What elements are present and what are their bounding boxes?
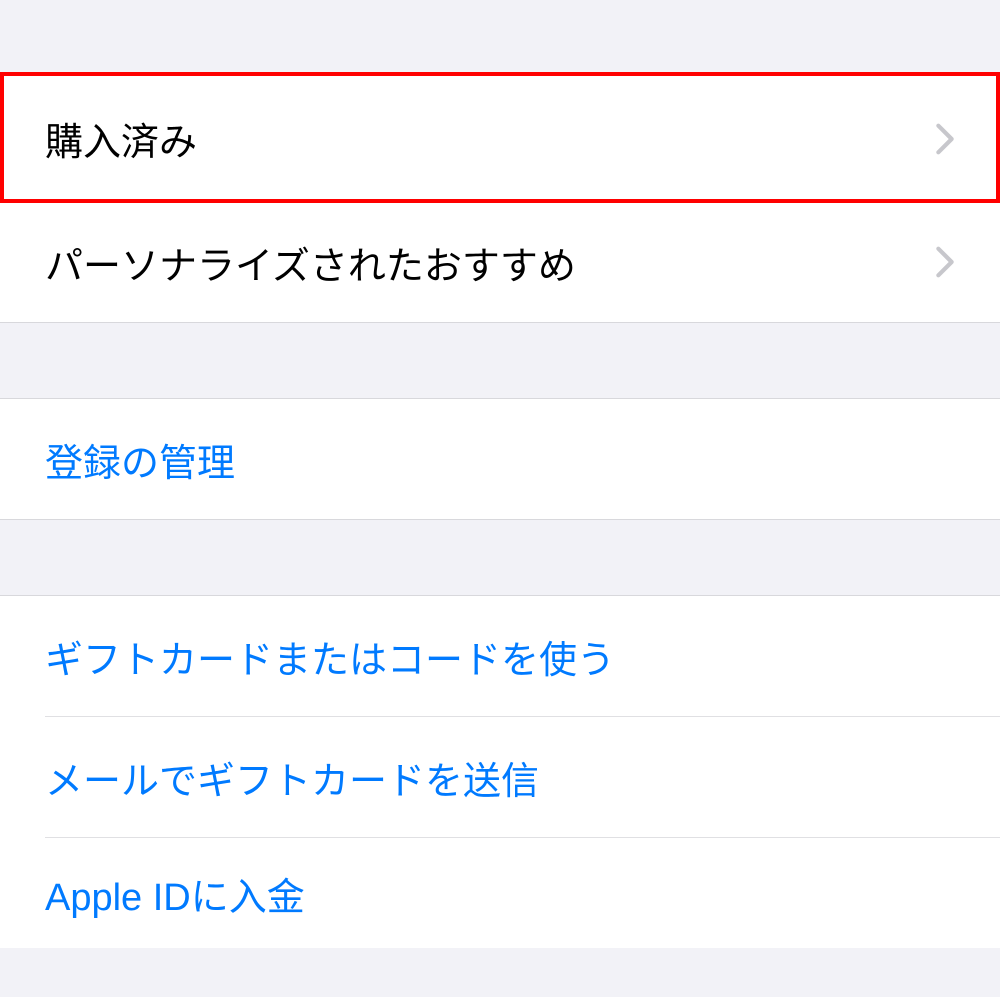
- section-purchases: 購入済み パーソナライズされたおすすめ: [0, 75, 1000, 323]
- row-add-funds-label: Apple IDに入金: [45, 866, 305, 921]
- row-personalized-label: パーソナライズされたおすすめ: [45, 235, 576, 290]
- row-redeem-label: ギフトカードまたはコードを使う: [45, 629, 615, 684]
- row-send-label: メールでギフトカードを送信: [45, 750, 539, 805]
- section-gift-funds: ギフトカードまたはコードを使う メールでギフトカードを送信 Apple IDに入…: [0, 595, 1000, 948]
- chevron-right-icon: [935, 245, 955, 279]
- row-add-funds[interactable]: Apple IDに入金: [0, 838, 1000, 948]
- spacer: [0, 323, 1000, 398]
- chevron-right-icon: [935, 122, 955, 156]
- row-purchased[interactable]: 購入済み: [0, 76, 1000, 201]
- row-personalized-recommendations[interactable]: パーソナライズされたおすすめ: [0, 202, 1000, 322]
- row-manage-subscriptions[interactable]: 登録の管理: [0, 399, 1000, 519]
- spacer: [0, 0, 1000, 75]
- row-send-gift-card[interactable]: メールでギフトカードを送信: [0, 717, 1000, 837]
- row-redeem-gift-card[interactable]: ギフトカードまたはコードを使う: [0, 596, 1000, 716]
- row-purchased-label: 購入済み: [45, 111, 197, 166]
- section-manage: 登録の管理: [0, 398, 1000, 520]
- row-manage-label: 登録の管理: [45, 432, 235, 487]
- spacer: [0, 520, 1000, 595]
